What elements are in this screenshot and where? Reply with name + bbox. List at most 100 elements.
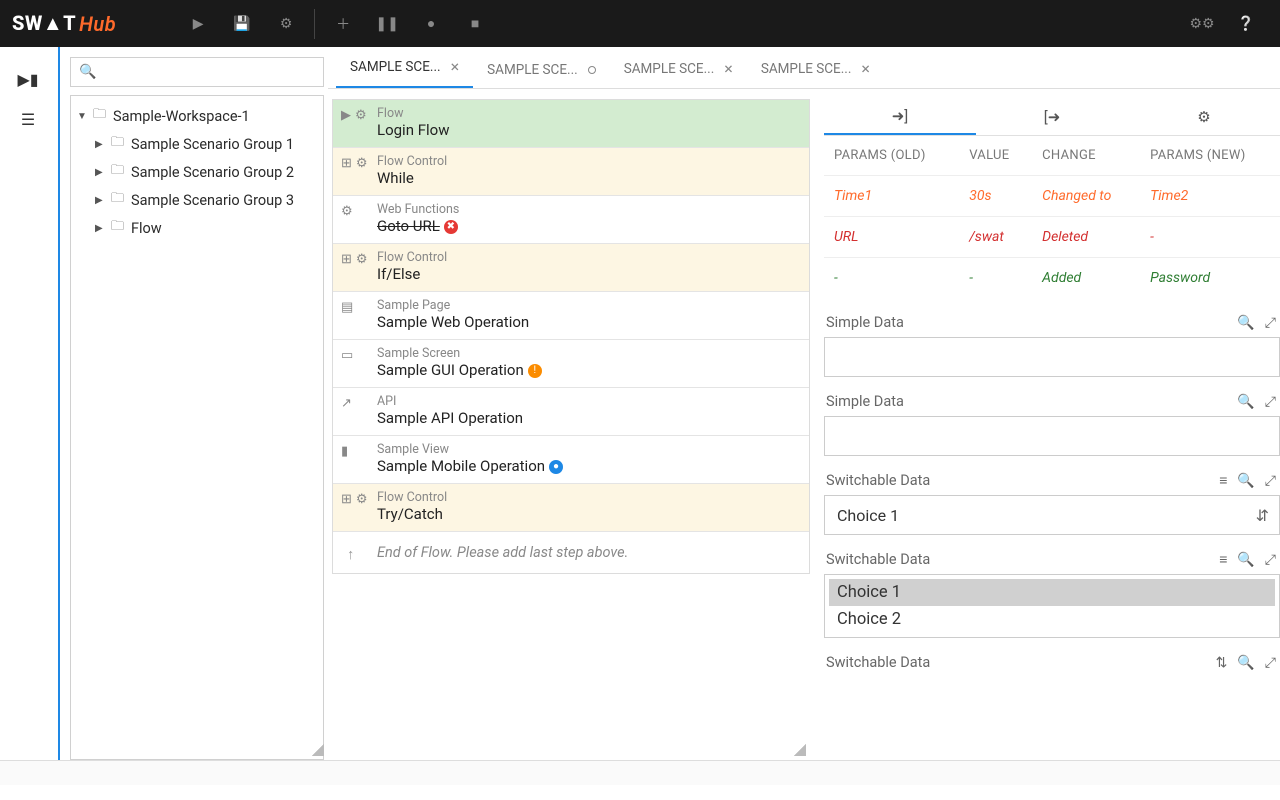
step-category: Sample Page <box>377 298 799 313</box>
step-icons: ⊞⚙ <box>341 156 368 171</box>
resize-handle[interactable] <box>794 744 806 756</box>
step-icon: ⚙ <box>356 492 368 507</box>
record-icon[interactable]: ● <box>409 0 453 47</box>
tree-label: Sample Scenario Group 3 <box>131 192 294 209</box>
folder-icon: 🗀 <box>111 133 125 155</box>
data-section-header: Switchable Data≡🔍⤢ <box>824 549 1280 574</box>
tree-panel[interactable]: ▼ 🗀 Sample-Workspace-1 ▶ 🗀 Sample Scenar… <box>70 95 324 760</box>
list-option[interactable]: Choice 2 <box>829 606 1275 633</box>
step-category: API <box>377 394 799 409</box>
right-panel: ➜] [➜ ⚙ PARAMS (OLD) VALUE CHANGE PARAMS… <box>810 99 1280 760</box>
step-icon: ▤ <box>341 300 353 315</box>
step-icons: ↗ <box>341 396 352 411</box>
tree-item[interactable]: ▶ 🗀 Sample Scenario Group 1 <box>91 130 321 158</box>
resize-handle[interactable] <box>312 744 324 756</box>
section-action-icon[interactable]: ⤢ <box>1265 552 1276 568</box>
center: SAMPLE SCE... × SAMPLE SCE... SAMPLE SCE… <box>328 47 1280 760</box>
tree-item[interactable]: ▶ 🗀 Flow <box>91 214 321 242</box>
tree-label: Flow <box>131 220 162 237</box>
step-row[interactable]: ▮ Sample ViewSample Mobile Operation● <box>333 436 809 484</box>
tree-item[interactable]: ▶ 🗀 Sample Scenario Group 3 <box>91 186 321 214</box>
stop-icon[interactable]: ■ <box>453 0 497 47</box>
folder-icon: 🗀 <box>111 217 125 239</box>
steps-panel[interactable]: ▶⚙FlowLogin Flow⊞⚙Flow ControlWhile⚙Web … <box>332 99 810 574</box>
section-action-icon[interactable]: ⤢ <box>1265 315 1276 331</box>
caret-right-icon: ▶ <box>95 167 105 178</box>
help-icon[interactable]: ❔ <box>1224 0 1268 47</box>
tab-label: SAMPLE SCE... <box>487 62 578 78</box>
step-icons: ▶⚙ <box>341 108 367 123</box>
step-row[interactable]: ▭Sample ScreenSample GUI Operation! <box>333 340 809 388</box>
step-row[interactable]: ↗APISample API Operation <box>333 388 809 436</box>
status-badge: ! <box>528 364 542 378</box>
table-row: Time130sChanged toTime2 <box>824 176 1280 217</box>
step-icon: ▮ <box>341 444 348 459</box>
step-title: Sample Mobile Operation● <box>377 457 799 475</box>
settings-icon[interactable]: ⚙ <box>264 0 308 47</box>
close-icon[interactable]: × <box>861 59 870 78</box>
rail-explorer-icon[interactable]: ▶▮ <box>16 67 40 91</box>
config-icon[interactable]: ⚙⚙ <box>1180 0 1224 47</box>
tab[interactable]: SAMPLE SCE... × <box>336 47 473 88</box>
search-input[interactable]: 🔍 <box>70 57 324 87</box>
editor-body: ▶⚙FlowLogin Flow⊞⚙Flow ControlWhile⚙Web … <box>328 89 1280 760</box>
step-row[interactable]: ⊞⚙Flow ControlWhile <box>333 148 809 196</box>
tab[interactable]: SAMPLE SCE... × <box>610 49 747 88</box>
rail-list-icon[interactable]: ☰ <box>16 107 40 131</box>
step-icons: ⊞⚙ <box>341 492 368 507</box>
step-row[interactable]: ⊞⚙Flow ControlIf/Else <box>333 244 809 292</box>
section-action-icon[interactable]: 🔍 <box>1237 473 1254 489</box>
tab[interactable]: SAMPLE SCE... × <box>747 49 884 88</box>
section-action-icon[interactable]: ⇅ <box>1216 655 1228 671</box>
unsaved-icon[interactable] <box>588 66 596 74</box>
step-category: Sample Screen <box>377 346 799 361</box>
step-row[interactable]: ⚙Web FunctionsGoto URL✖ <box>333 196 809 244</box>
close-icon[interactable]: × <box>724 59 733 78</box>
tab[interactable]: SAMPLE SCE... <box>473 52 610 88</box>
section-action-icon[interactable]: ⤢ <box>1265 394 1276 410</box>
data-select[interactable]: Choice 1 <box>824 495 1280 535</box>
data-section-label: Switchable Data <box>826 654 930 671</box>
step-row[interactable]: ▤Sample PageSample Web Operation <box>333 292 809 340</box>
add-icon[interactable]: ＋ <box>321 0 365 47</box>
section-action-icon[interactable]: ≡ <box>1219 551 1227 568</box>
workspace-label: Sample-Workspace-1 <box>113 108 250 125</box>
rp-tab-input-icon[interactable]: ➜] <box>824 99 976 135</box>
table-cell: URL <box>824 217 959 258</box>
rp-tab-output-icon[interactable]: [➜ <box>976 99 1128 135</box>
section-action-icon[interactable]: 🔍 <box>1237 315 1254 331</box>
data-listbox[interactable]: Choice 1Choice 2 <box>824 574 1280 638</box>
tree-item[interactable]: ▶ 🗀 Sample Scenario Group 2 <box>91 158 321 186</box>
step-icon: ⚙ <box>356 156 368 171</box>
step-category: Sample View <box>377 442 799 457</box>
step-icon: ↗ <box>341 396 352 411</box>
section-action-icon[interactable]: ⤢ <box>1265 655 1276 671</box>
section-action-icon[interactable]: ≡ <box>1219 472 1227 489</box>
tab-label: SAMPLE SCE... <box>624 61 715 77</box>
rp-tab-settings-icon[interactable]: ⚙ <box>1128 99 1280 135</box>
section-action-icon[interactable]: ⤢ <box>1265 473 1276 489</box>
table-cell: 30s <box>959 176 1032 217</box>
step-title: Goto URL✖ <box>377 217 799 235</box>
step-icons: ⊞⚙ <box>341 252 368 267</box>
data-section-header: Simple Data🔍⤢ <box>824 312 1280 337</box>
save-icon[interactable]: 💾 <box>220 0 264 47</box>
step-row[interactable]: ▶⚙FlowLogin Flow <box>333 100 809 148</box>
th: CHANGE <box>1032 136 1140 176</box>
step-title: If/Else <box>377 265 799 283</box>
table-cell: - <box>959 258 1032 299</box>
section-action-icon[interactable]: 🔍 <box>1237 394 1254 410</box>
data-section: Switchable Data ⇅ 🔍 ⤢ <box>824 652 1280 677</box>
step-icon: ▭ <box>341 348 353 363</box>
data-input[interactable] <box>824 337 1280 377</box>
section-action-icon[interactable]: 🔍 <box>1237 655 1254 671</box>
pause-icon[interactable]: ❚❚ <box>365 0 409 47</box>
close-icon[interactable]: × <box>451 57 460 76</box>
data-input[interactable] <box>824 416 1280 456</box>
tree-workspace[interactable]: ▼ 🗀 Sample-Workspace-1 <box>73 102 321 130</box>
list-option[interactable]: Choice 1 <box>829 579 1275 606</box>
step-row[interactable]: ⊞⚙Flow ControlTry/Catch <box>333 484 809 532</box>
play-icon[interactable]: ▶ <box>176 0 220 47</box>
section-action-icon[interactable]: 🔍 <box>1237 552 1254 568</box>
step-category: Flow <box>377 106 799 121</box>
